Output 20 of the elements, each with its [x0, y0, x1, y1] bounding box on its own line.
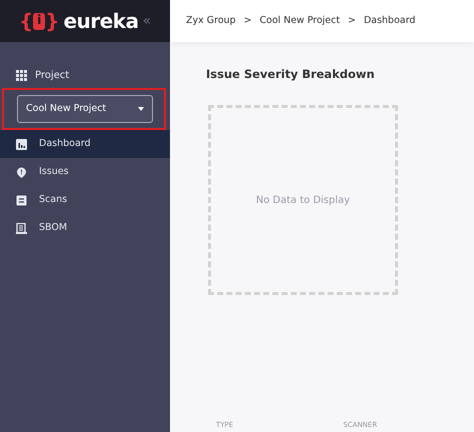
- grid-icon: [16, 70, 27, 80]
- app-name: eureka: [63, 11, 138, 31]
- nav-item[interactable]: Scans: [0, 186, 170, 214]
- nav-item[interactable]: Issues: [0, 158, 170, 186]
- breadcrumb-link[interactable]: Cool New Project: [260, 14, 340, 28]
- nav-item[interactable]: Dashboard: [0, 130, 170, 158]
- breadcrumb-separator: >: [244, 14, 252, 28]
- map-pin-icon: [16, 166, 27, 178]
- empty-message: No Data to Display: [256, 194, 350, 208]
- document-icon: [16, 194, 27, 206]
- project-select[interactable]: Cool New Project: [17, 95, 153, 123]
- caret-icon: [138, 107, 144, 111]
- card-title: Issue Severity Breakdown: [206, 66, 376, 83]
- breadcrumb-link[interactable]: Dashboard: [364, 14, 416, 28]
- breadcrumb-link[interactable]: Zyx Group: [186, 14, 236, 28]
- bar-chart-icon: [16, 138, 27, 150]
- receipt-icon: [16, 222, 27, 234]
- nav-item[interactable]: SBOM: [0, 214, 170, 242]
- section-label: Project: [35, 68, 70, 82]
- breadcrumb-separator: >: [348, 14, 356, 28]
